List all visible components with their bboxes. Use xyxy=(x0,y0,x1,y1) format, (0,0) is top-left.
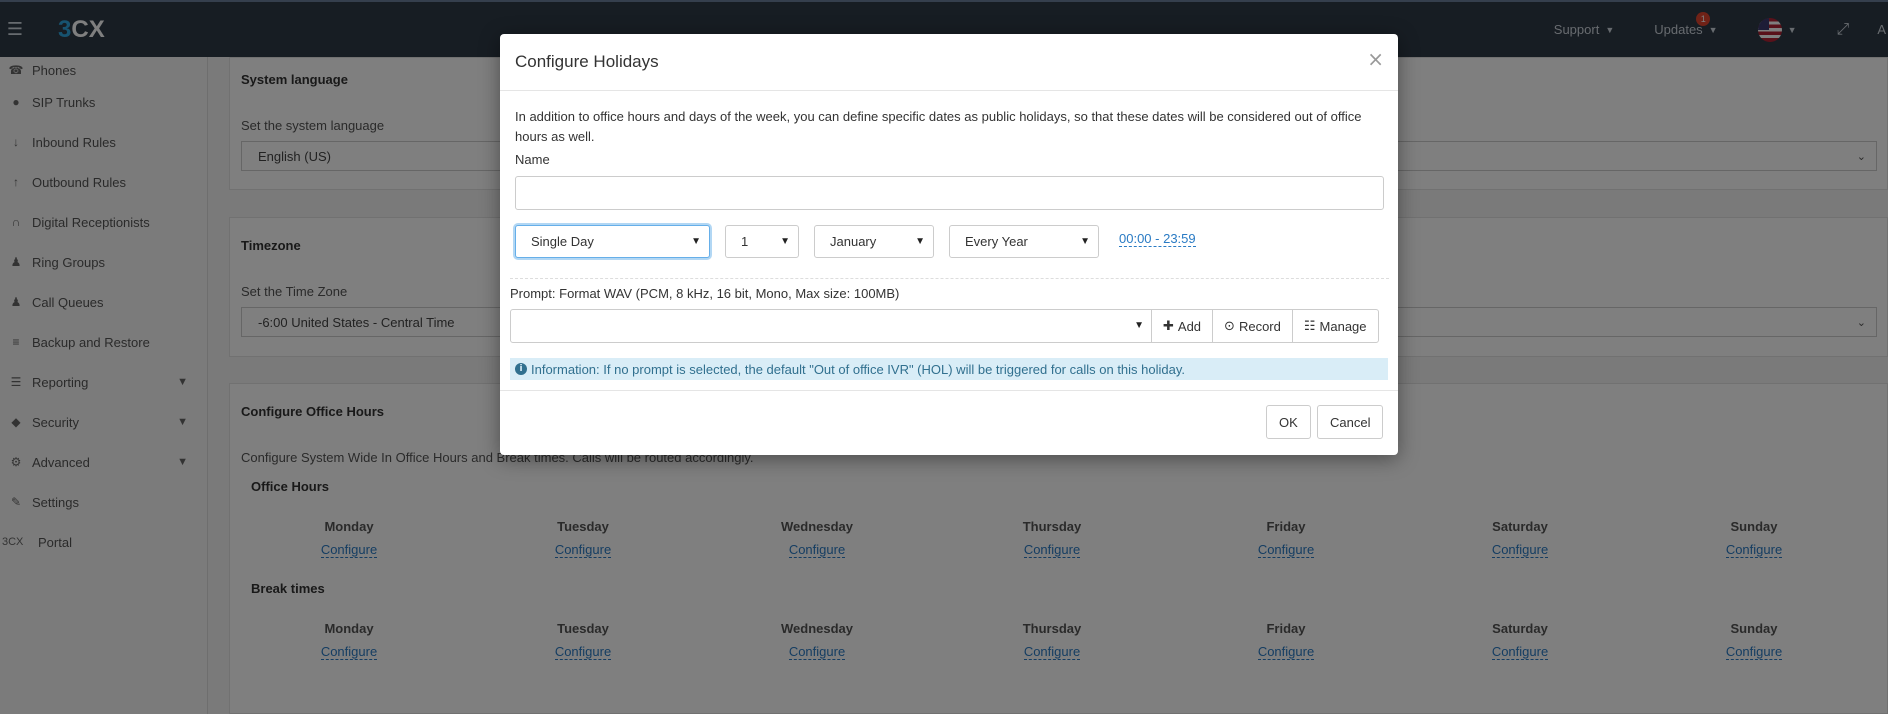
repeat-select[interactable]: Every Year ▼ xyxy=(949,225,1099,258)
chevron-down-icon: ▼ xyxy=(780,236,790,247)
chevron-down-icon: ▼ xyxy=(915,236,925,247)
info-text: Information: If no prompt is selected, t… xyxy=(531,361,1185,377)
manage-prompts-button[interactable]: ☷ Manage xyxy=(1291,309,1379,343)
prompt-button-group: ✚ Add ⊙ Record ☷ Manage xyxy=(1151,309,1379,343)
button-label: Add xyxy=(1177,318,1202,334)
record-icon: ⊙ xyxy=(1224,318,1235,334)
ok-button[interactable]: OK xyxy=(1266,405,1311,439)
button-label: Manage xyxy=(1319,318,1367,334)
add-prompt-button[interactable]: ✚ Add xyxy=(1151,309,1214,343)
name-label: Name xyxy=(515,152,550,167)
prompt-label: Prompt: Format WAV (PCM, 8 kHz, 16 bit, … xyxy=(510,286,900,301)
select-value: Single Day xyxy=(531,234,594,249)
chevron-down-icon: ▼ xyxy=(1134,320,1144,331)
modal-footer: OK Cancel xyxy=(500,390,1398,455)
info-alert: i Information: If no prompt is selected, … xyxy=(510,358,1388,380)
plus-icon: ✚ xyxy=(1163,318,1174,334)
day-select[interactable]: 1 ▼ xyxy=(725,225,799,258)
name-input[interactable] xyxy=(515,176,1384,210)
select-value: Every Year xyxy=(965,234,1028,249)
modal-header: Configure Holidays × xyxy=(500,34,1398,91)
close-icon[interactable]: × xyxy=(1367,47,1384,71)
time-range-link[interactable]: 00:00 - 23:59 xyxy=(1119,231,1196,247)
holiday-type-select[interactable]: Single Day ▼ xyxy=(515,225,710,258)
select-value: January xyxy=(830,234,877,249)
select-value: 1 xyxy=(741,234,749,249)
modal-title: Configure Holidays xyxy=(515,52,659,71)
prompt-select[interactable]: ▼ xyxy=(510,309,1153,343)
button-label: Record xyxy=(1238,318,1281,334)
divider xyxy=(510,278,1389,279)
month-select[interactable]: January ▼ xyxy=(814,225,934,258)
cancel-button[interactable]: Cancel xyxy=(1317,405,1384,439)
list-icon: ☷ xyxy=(1303,318,1316,334)
chevron-down-icon: ▼ xyxy=(691,236,701,247)
info-icon: i xyxy=(515,363,527,375)
chevron-down-icon: ▼ xyxy=(1080,236,1090,247)
modal-description: In addition to office hours and days of … xyxy=(515,109,1362,144)
record-prompt-button[interactable]: ⊙ Record xyxy=(1212,309,1293,343)
configure-holidays-dialog: Configure Holidays × In addition to offi… xyxy=(500,34,1398,455)
